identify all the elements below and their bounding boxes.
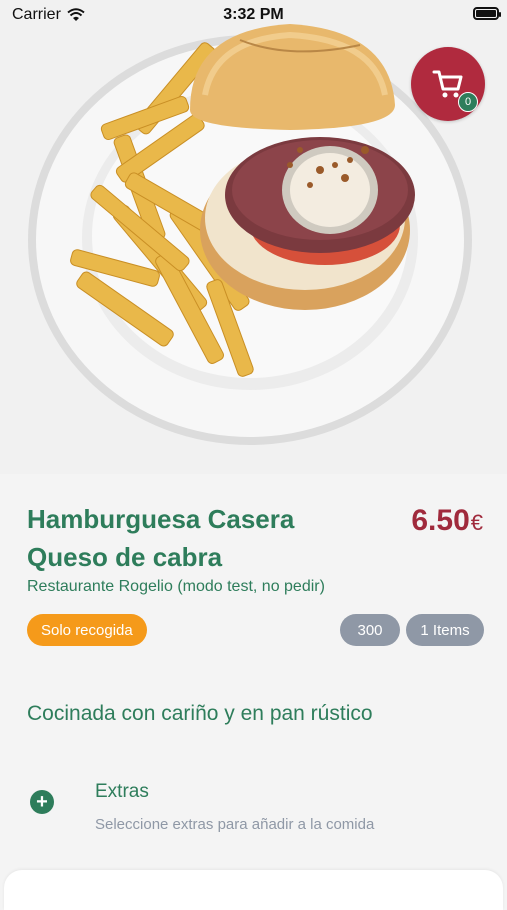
items-badge: 1 Items (406, 614, 484, 646)
product-title-line1: Hamburguesa Casera (27, 504, 295, 534)
restaurant-name: Restaurante Rogelio (modo test, no pedir… (27, 578, 325, 595)
plus-circle-icon[interactable]: + (30, 790, 54, 814)
extras-subtitle: Seleccione extras para añadir a la comid… (95, 816, 375, 833)
product-price: 6.50€ (411, 504, 483, 538)
extras-title[interactable]: Extras (95, 781, 149, 803)
price-value: 6.50 (411, 504, 470, 537)
status-time: 3:32 PM (223, 6, 284, 23)
battery-icon (473, 7, 501, 20)
product-title: Hamburguesa Casera Queso de cabra (27, 500, 367, 576)
product-description: Cocinada con cariño y en pan rústico (27, 702, 373, 725)
pickup-only-badge: Solo recogida (27, 614, 147, 646)
cart-button[interactable]: 0 (411, 47, 485, 121)
cart-count-badge: 0 (458, 92, 478, 112)
product-title-line2: Queso de cabra (27, 542, 223, 572)
price-currency: € (470, 510, 483, 535)
product-details: Hamburguesa Casera Queso de cabra 6.50€ … (0, 474, 507, 910)
bottom-sheet (4, 870, 503, 910)
status-bar: Carrier 3:32 PM (0, 0, 507, 30)
calories-badge: 300 (340, 614, 400, 646)
